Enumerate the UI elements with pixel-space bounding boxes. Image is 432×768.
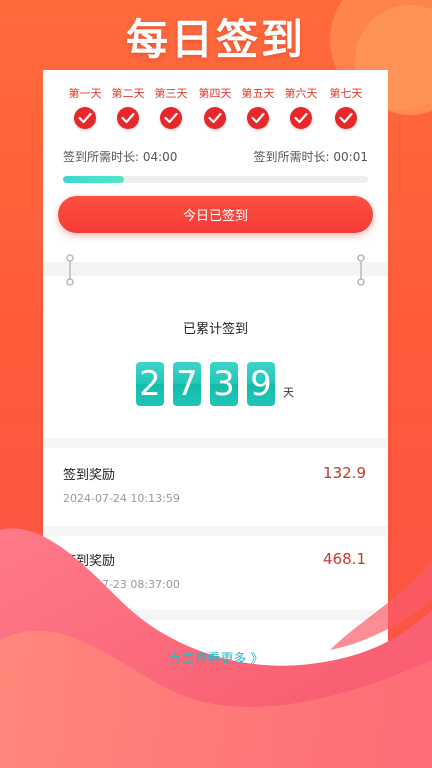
view-more-link[interactable]: 点击查看更多 》 xyxy=(0,648,432,667)
